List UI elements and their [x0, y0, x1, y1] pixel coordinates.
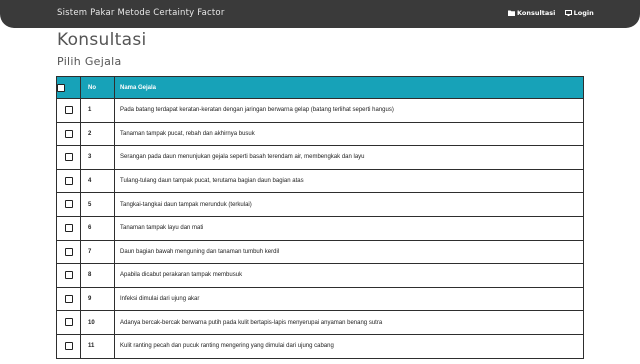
row-number: 3 [80, 145, 115, 170]
symptom-name: Apabila dicabut perakaran tampak membusu… [114, 263, 584, 288]
table-row: 2 Tanaman tampak pucat, rebah dan akhirny… [56, 121, 584, 147]
header-nama-gejala: Nama Gejala [114, 76, 584, 99]
table-row: 10 Adanya bercak-bercak berwarna putih pa… [56, 310, 584, 335]
symptom-checkbox[interactable] [64, 200, 73, 209]
symptom-name: Tanaman tampak layu dan mati [114, 215, 584, 241]
nav-konsultasi-link[interactable]: Konsultasi [508, 9, 555, 17]
symptom-checkbox[interactable] [64, 153, 73, 162]
row-checkbox-cell [56, 121, 81, 147]
symptoms-table: No Nama Gejala 1 Pada batang terdapat ker… [56, 76, 584, 359]
symptom-name: Adanya bercak-bercak berwarna putih pada… [114, 310, 584, 335]
row-checkbox-cell [56, 215, 81, 241]
row-number: 4 [80, 168, 115, 194]
symptom-name: Kulit ranting pecah dan pucuk ranting me… [114, 333, 584, 359]
row-number: 10 [80, 310, 115, 335]
symptom-name: Infeksi dimulai dari ujung akar [114, 286, 584, 312]
row-number: 1 [80, 98, 115, 123]
row-checkbox-cell [56, 98, 81, 123]
table-row: 6 Tanaman tampak layu dan mati [56, 215, 584, 241]
table-row: 8 Apabila dicabut perakaran tampak membus… [56, 263, 584, 288]
nav-login-label: Login [573, 9, 594, 17]
row-number: 7 [80, 239, 115, 265]
symptom-checkbox[interactable] [64, 271, 73, 280]
symptom-name: Daun bagian bawah menguning dan tanaman … [114, 239, 584, 265]
table-row: 1 Pada batang terdapat keratan-keratan de… [56, 98, 584, 123]
nav-links: Konsultasi Login [508, 9, 601, 18]
row-checkbox-cell [56, 168, 81, 194]
row-number: 2 [80, 121, 115, 147]
symptom-name: Tulang-tulang daun tampak pucat, terutam… [114, 168, 584, 194]
symptom-checkbox[interactable] [64, 318, 73, 327]
row-checkbox-cell [56, 145, 81, 170]
nav-login-link[interactable]: Login [564, 9, 594, 17]
monitor-icon [564, 10, 572, 16]
row-checkbox-cell [56, 286, 81, 312]
symptom-name: Tanaman tampak pucat, rebah dan akhirnya… [114, 121, 584, 147]
symptom-name: Serangan pada daun menunjukan gejala sep… [114, 145, 584, 170]
select-all-header [56, 76, 81, 99]
row-number: 6 [80, 215, 115, 241]
symptom-checkbox[interactable] [64, 342, 73, 350]
table-row: 3 Serangan pada daun menunjukan gejala se… [56, 145, 584, 170]
table-row: 4 Tulang-tulang daun tampak pucat, teruta… [56, 168, 584, 194]
row-checkbox-cell [56, 239, 81, 265]
page-subtitle: Pilih Gejala [57, 55, 122, 68]
symptom-checkbox[interactable] [64, 224, 73, 233]
symptom-checkbox[interactable] [64, 129, 73, 138]
table-row: 7 Daun bagian bawah menguning dan tanaman… [56, 239, 584, 265]
table-header-row: No Nama Gejala [56, 76, 584, 99]
navbar: Sistem Pakar Metode Certainty Factor Kon… [0, 0, 640, 28]
row-number: 5 [80, 192, 115, 217]
table-row: 9 Infeksi dimulai dari ujung akar [56, 286, 584, 312]
nav-konsultasi-label: Konsultasi [517, 9, 556, 17]
table-row: 5 Tangkai-tangkai daun tampak merunduk (t… [56, 192, 584, 217]
symptom-name: Pada batang terdapat keratan-keratan den… [114, 98, 584, 123]
symptom-checkbox[interactable] [64, 247, 73, 256]
header-no: No [80, 76, 115, 99]
row-checkbox-cell [56, 310, 81, 335]
row-number: 11 [80, 333, 115, 359]
symptom-checkbox[interactable] [64, 294, 73, 303]
row-number: 8 [80, 263, 115, 288]
symptom-checkbox[interactable] [64, 106, 73, 115]
row-number: 9 [80, 286, 115, 312]
app-brand[interactable]: Sistem Pakar Metode Certainty Factor [57, 8, 225, 18]
page-title: Konsultasi [57, 30, 147, 50]
select-all-checkbox[interactable] [57, 83, 65, 92]
symptom-name: Tangkai-tangkai daun tampak merunduk (te… [114, 192, 584, 217]
table-row: 11 Kulit ranting pecah dan pucuk ranting … [56, 333, 584, 359]
symptom-checkbox[interactable] [64, 176, 73, 185]
row-checkbox-cell [56, 333, 81, 359]
folder-icon [508, 10, 515, 16]
row-checkbox-cell [56, 263, 81, 288]
row-checkbox-cell [56, 192, 81, 217]
